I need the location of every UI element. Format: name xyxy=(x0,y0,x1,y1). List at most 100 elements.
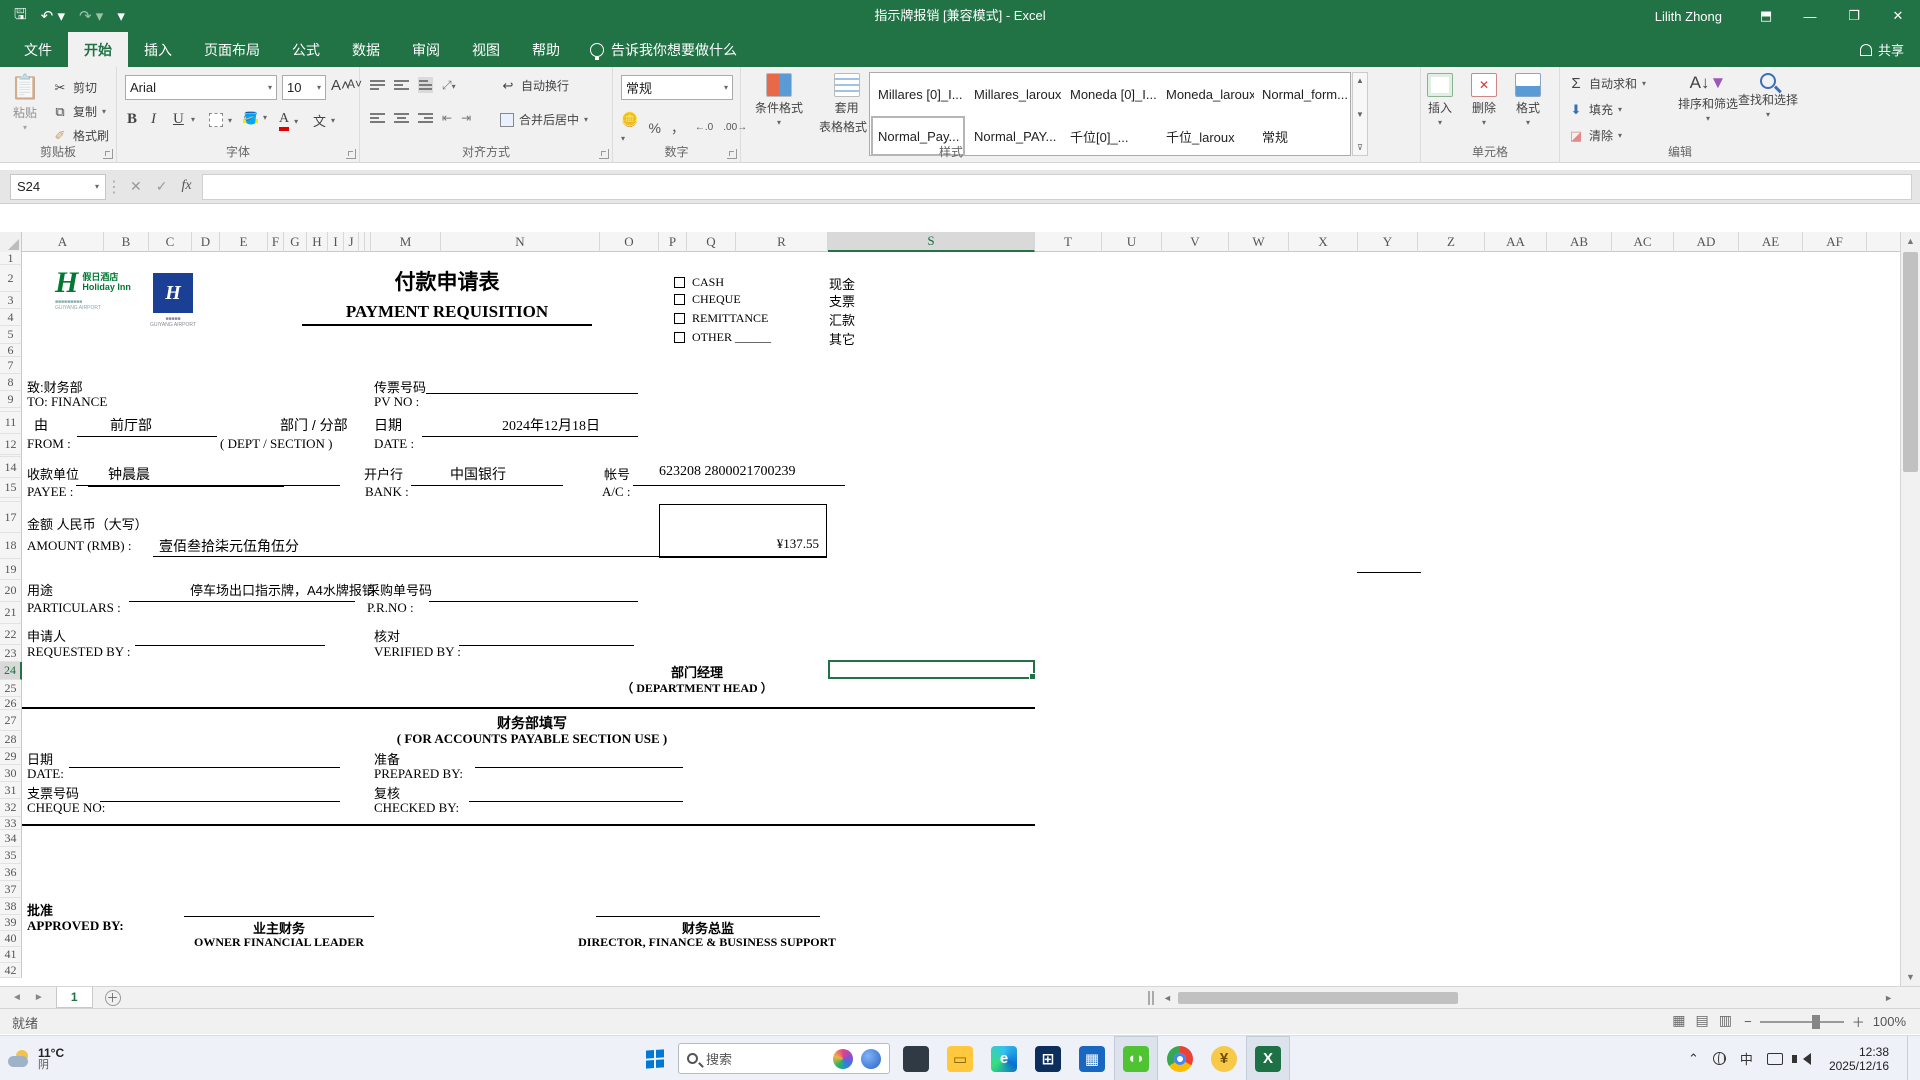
align-top-icon[interactable] xyxy=(370,78,385,92)
column-header-H[interactable]: H xyxy=(307,232,328,252)
cell-style-item[interactable]: 千位_laroux xyxy=(1158,115,1254,157)
row-header-11[interactable]: 11 xyxy=(0,412,22,434)
cell-style-item[interactable]: Moneda_laroux xyxy=(1158,73,1254,115)
italic-button[interactable]: I xyxy=(151,111,156,128)
column-header-M[interactable]: M xyxy=(371,232,441,252)
row-header-7[interactable]: 7 xyxy=(0,357,22,374)
taskbar-clock[interactable]: 12:38 2025/12/16 xyxy=(1825,1045,1889,1073)
ribbon-tab-文件[interactable]: 文件 xyxy=(8,32,68,67)
name-box[interactable]: S24 ▾ xyxy=(10,173,106,200)
row-header-25[interactable]: 25 xyxy=(0,680,22,697)
borders-icon[interactable]: ▾ xyxy=(209,113,232,127)
ribbon-display-options-icon[interactable]: ⬒ xyxy=(1744,0,1788,32)
row-header-8[interactable]: 8 xyxy=(0,374,22,391)
font-size-combo[interactable]: 10 ▾ xyxy=(282,75,326,100)
increase-indent-icon[interactable]: ⇥ xyxy=(461,111,471,125)
align-right-icon[interactable] xyxy=(418,111,433,125)
ime-language-indicator[interactable]: 中 xyxy=(1740,1049,1753,1068)
format-as-table-button[interactable]: 套用 表格格式 ▾ xyxy=(819,73,874,135)
increase-decimal-icon[interactable]: ←.0 xyxy=(695,122,713,133)
sheet-tab-1[interactable]: 1 xyxy=(55,987,93,1008)
gallery-down-icon[interactable]: ▼ xyxy=(1356,110,1364,119)
row-header-42[interactable]: 42 xyxy=(0,963,22,978)
row-header-33[interactable]: 33 xyxy=(0,817,22,830)
scroll-up-icon[interactable]: ▲ xyxy=(1901,232,1920,250)
font-dialog-launcher-icon[interactable] xyxy=(346,149,356,159)
insert-function-icon[interactable]: fx xyxy=(181,178,191,195)
clear-button[interactable]: ◪ 清除 ▾ xyxy=(1568,127,1622,144)
row-header-5[interactable]: 5 xyxy=(0,326,22,344)
cancel-entry-icon[interactable]: ✕ xyxy=(130,178,142,195)
column-header-V[interactable]: V xyxy=(1162,232,1229,252)
selected-cell-S24[interactable] xyxy=(828,660,1036,680)
column-header-R[interactable]: R xyxy=(736,232,828,252)
minimize-button[interactable]: — xyxy=(1788,0,1832,32)
delete-cells-button[interactable]: ✕ 删除 ▾ xyxy=(1471,73,1497,127)
cell-style-item[interactable]: Moneda [0]_I... xyxy=(1062,73,1158,115)
copy-button[interactable]: ⧉ 复制 ▾ xyxy=(52,103,106,120)
row-header-1[interactable]: 1 xyxy=(0,252,22,265)
column-header-T[interactable]: T xyxy=(1035,232,1102,252)
restore-button[interactable]: ❐ xyxy=(1832,0,1876,32)
taskbar-search-input[interactable]: 搜索 xyxy=(678,1043,890,1074)
orientation-icon[interactable]: ⤢▾ xyxy=(442,78,456,93)
taskbar-finance-app-icon[interactable]: ¥ xyxy=(1202,1036,1246,1080)
row-header-41[interactable]: 41 xyxy=(0,947,22,963)
underline-button[interactable]: U xyxy=(173,111,184,128)
column-header-U[interactable]: U xyxy=(1102,232,1162,252)
row-header-39[interactable]: 39 xyxy=(0,915,22,931)
column-header-Z[interactable]: Z xyxy=(1418,232,1485,252)
alignment-dialog-launcher-icon[interactable] xyxy=(599,149,609,159)
scroll-left-icon[interactable]: ◄ xyxy=(1163,993,1172,1003)
cell-style-item[interactable]: Millares [0]_I... xyxy=(870,73,966,115)
column-header-I[interactable]: I xyxy=(328,232,344,252)
cell-style-item[interactable]: Normal_form... xyxy=(1254,73,1350,115)
sheet-nav-left-icon[interactable]: ◄ xyxy=(12,992,22,1003)
taskbar-dark-app-icon[interactable] xyxy=(894,1036,938,1080)
taskbar-microsoft-store-icon[interactable]: ⊞ xyxy=(1026,1036,1070,1080)
row-header-35[interactable]: 35 xyxy=(0,847,22,864)
phonetic-guide-icon[interactable]: 文 ▾ xyxy=(313,111,335,130)
row-header-23[interactable]: 23 xyxy=(0,645,22,662)
row-header-2[interactable]: 2 xyxy=(0,265,22,292)
select-all-corner[interactable] xyxy=(0,232,22,252)
column-header-W[interactable]: W xyxy=(1229,232,1289,252)
scroll-right-icon[interactable]: ► xyxy=(1884,993,1893,1003)
column-header-N[interactable]: N xyxy=(441,232,600,252)
ribbon-tab-开始[interactable]: 开始 xyxy=(68,32,128,67)
normal-view-icon[interactable]: ▦ xyxy=(1672,1012,1685,1029)
hidden-icons-chevron-icon[interactable]: ⌃ xyxy=(1688,1051,1699,1067)
styles-gallery-scroll[interactable]: ▲ ▼ ⊽ xyxy=(1352,72,1368,156)
format-painter-button[interactable]: ✐ 格式刷 xyxy=(52,127,109,144)
new-sheet-icon[interactable]: ＋ xyxy=(104,989,121,1006)
row-header-37[interactable]: 37 xyxy=(0,881,22,898)
underline-dropdown-icon[interactable]: ▾ xyxy=(191,115,195,124)
fill-button[interactable]: ⬇ 填充 ▾ xyxy=(1568,101,1622,118)
cell-style-item[interactable]: 常规 xyxy=(1254,115,1350,157)
column-header-AC[interactable]: AC xyxy=(1612,232,1674,252)
column-header-C[interactable]: C xyxy=(149,232,192,252)
column-header-O[interactable]: O xyxy=(600,232,659,252)
conditional-formatting-button[interactable]: 条件格式 ▾ xyxy=(755,73,803,127)
search-highlight-icon[interactable] xyxy=(833,1048,853,1069)
column-header-AD[interactable]: AD xyxy=(1674,232,1739,252)
number-dialog-launcher-icon[interactable] xyxy=(727,149,737,159)
horizontal-scroll-thumb[interactable] xyxy=(1177,992,1458,1004)
find-select-button[interactable]: 查找和选择 ▾ xyxy=(1738,73,1798,119)
row-header-36[interactable]: 36 xyxy=(0,864,22,881)
column-header-S[interactable]: S xyxy=(828,232,1035,252)
horizontal-scrollbar[interactable]: ◄ ► xyxy=(1163,990,1893,1006)
align-bottom-icon[interactable] xyxy=(418,77,433,93)
confirm-entry-icon[interactable]: ✓ xyxy=(156,178,168,195)
volume-icon[interactable] xyxy=(1791,1052,1811,1065)
wrap-text-button[interactable]: ↩ 自动换行 xyxy=(500,77,569,94)
search-avatar-icon[interactable] xyxy=(861,1048,881,1069)
close-button[interactable]: ✕ xyxy=(1876,0,1920,32)
taskbar-excel-icon[interactable]: X xyxy=(1246,1036,1290,1080)
column-header-X[interactable]: X xyxy=(1289,232,1358,252)
taskbar-chrome-browser-icon[interactable] xyxy=(1158,1036,1202,1080)
taskbar-file-explorer-icon[interactable]: ▭ xyxy=(938,1036,982,1080)
column-header-F[interactable]: F xyxy=(268,232,284,252)
align-middle-icon[interactable] xyxy=(394,78,409,92)
cheque-checkbox[interactable] xyxy=(674,294,685,305)
